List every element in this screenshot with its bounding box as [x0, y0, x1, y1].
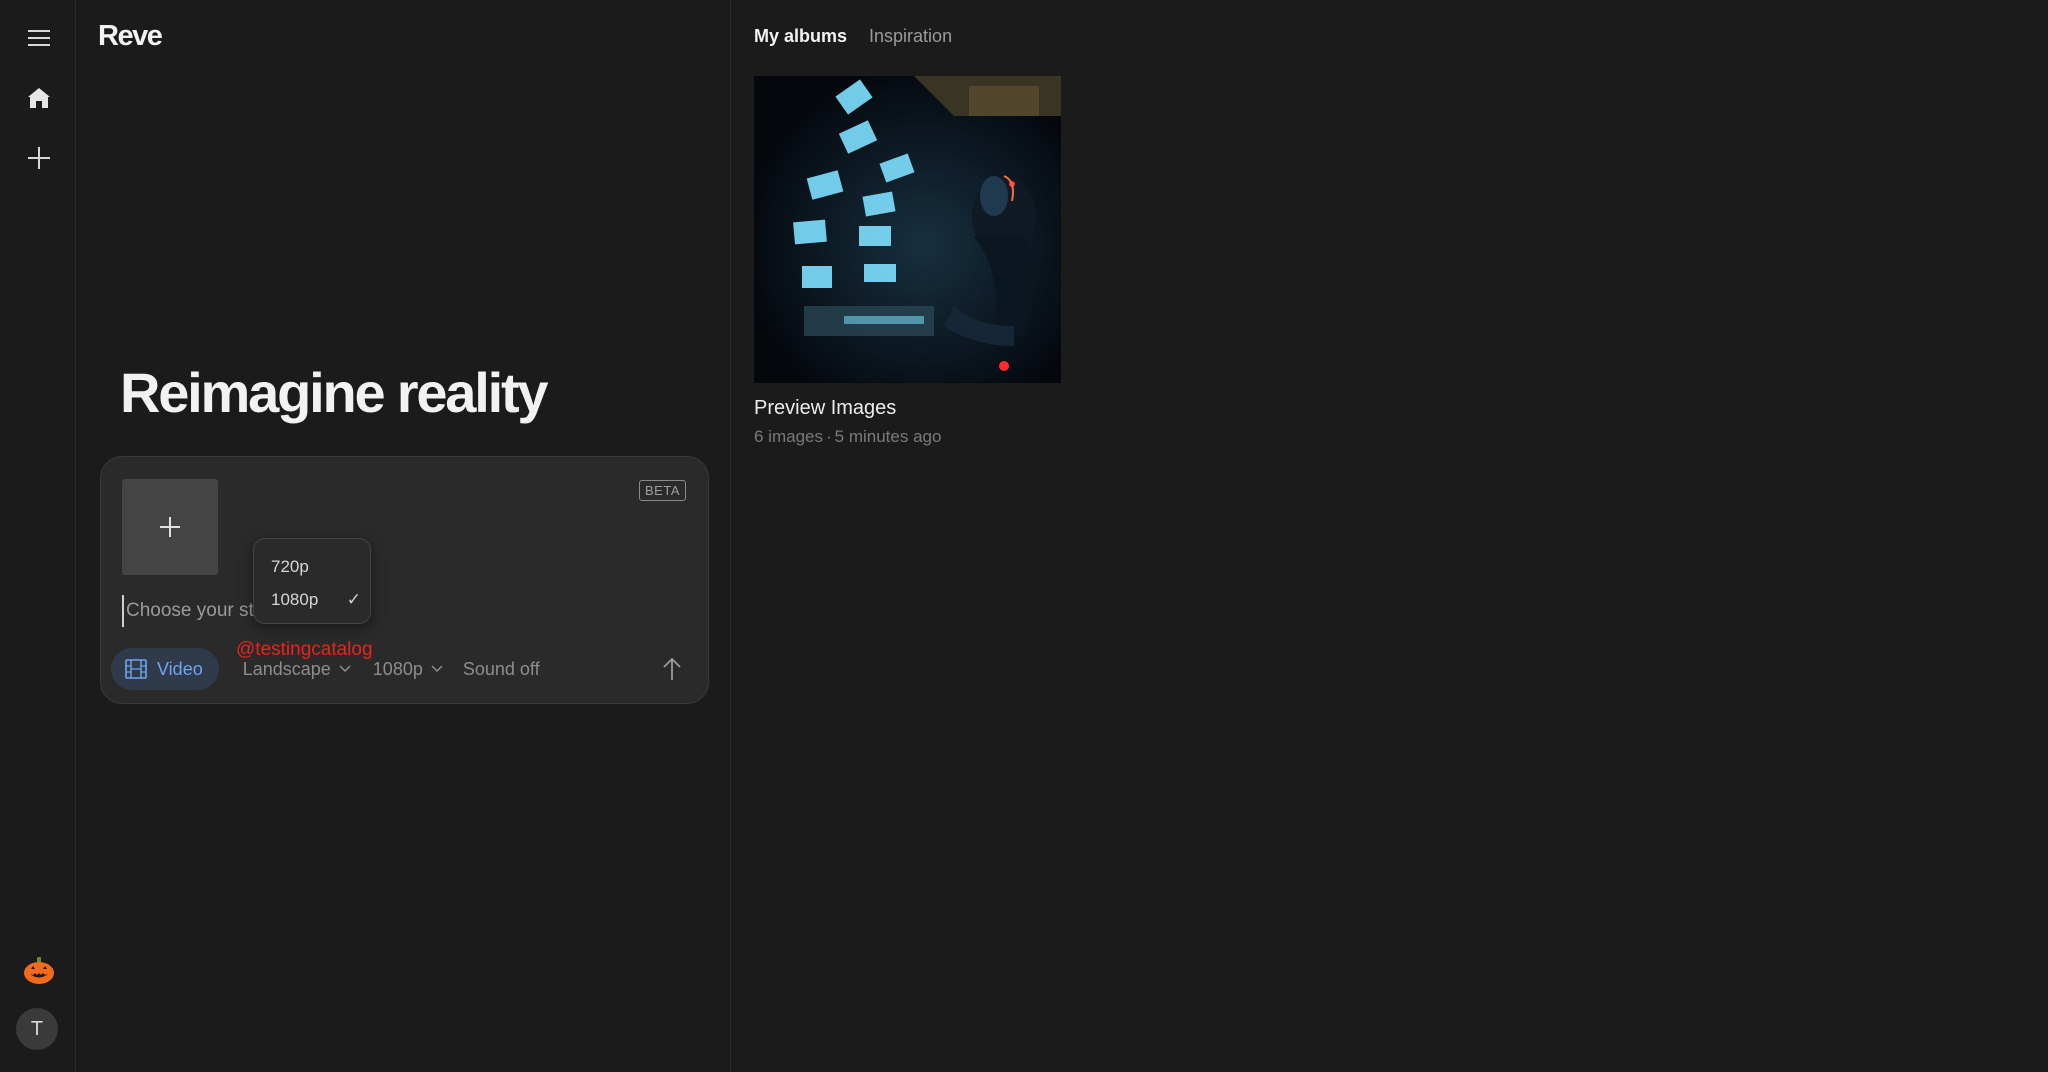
beta-badge: BETA: [639, 480, 686, 501]
album-count: 6 images: [754, 427, 823, 446]
aspect-dropdown[interactable]: Landscape: [243, 659, 351, 680]
video-mode-button[interactable]: Video: [111, 648, 219, 690]
album-thumbnail[interactable]: [754, 76, 1061, 383]
avatar-initial: T: [30, 1017, 44, 1040]
menu-icon[interactable]: [18, 17, 60, 59]
checkmark-icon: ✓: [346, 590, 361, 609]
sound-label: Sound off: [462, 658, 540, 679]
page-title: Reimagine reality: [120, 361, 549, 424]
option-label: 720p: [271, 557, 309, 576]
avatar[interactable]: T: [16, 1008, 58, 1050]
album-time: 5 minutes ago: [834, 427, 942, 446]
app-root: T Reve Reimagine reality BETA Choose you…: [0, 0, 2048, 1072]
watermark: @testingcatalog: [236, 639, 373, 660]
add-starting-frame-button[interactable]: [122, 479, 218, 575]
albums-panel: My albums Inspiration Preview Images 6 i…: [732, 0, 2048, 1072]
left-rail: T: [0, 0, 76, 1072]
sound-toggle[interactable]: Sound off: [463, 659, 540, 680]
chevron-down-icon: [339, 665, 351, 673]
arrow-up-icon: [663, 657, 681, 680]
video-mode-label: Video: [157, 658, 203, 679]
option-label: 1080p: [271, 590, 319, 609]
album-card[interactable]: Preview Images 6 images · 5 minutes ago: [754, 76, 1061, 447]
album-title: Preview Images: [754, 397, 897, 419]
plus-icon: [160, 517, 180, 537]
resolution-menu: 720p 1080p ✓: [253, 538, 371, 624]
tab-inspiration[interactable]: Inspiration: [869, 26, 952, 47]
film-icon: [125, 659, 147, 679]
albums-tabs: My albums Inspiration: [754, 26, 952, 47]
composer: BETA Video: [100, 456, 709, 704]
resolution-dropdown[interactable]: 1080p: [373, 659, 443, 680]
aspect-label: Landscape: [242, 658, 331, 679]
pumpkin-icon[interactable]: [18, 950, 60, 992]
plus-icon[interactable]: [18, 137, 60, 179]
tab-my-albums[interactable]: My albums: [754, 26, 847, 47]
album-meta: 6 images · 5 minutes ago: [754, 427, 1061, 447]
meta-separator: ·: [825, 427, 832, 446]
submit-button[interactable]: [654, 651, 690, 687]
composer-toolbar: Video Landscape 1080p Sound off: [111, 647, 690, 691]
chevron-down-icon: [431, 665, 443, 673]
resolution-option-1080p[interactable]: 1080p ✓: [271, 585, 361, 615]
main-panel: Reve Reimagine reality BETA Choose your …: [77, 0, 731, 1072]
home-icon[interactable]: [18, 77, 60, 119]
resolution-option-720p[interactable]: 720p: [271, 552, 361, 582]
app-logo[interactable]: Reve: [98, 20, 163, 53]
resolution-label: 1080p: [372, 658, 423, 679]
